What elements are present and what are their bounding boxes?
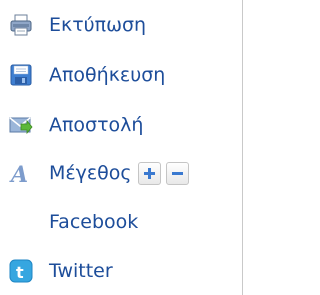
twitter-link[interactable]: t Twitter [9, 256, 113, 286]
decrease-font-button[interactable] [165, 161, 189, 185]
plus-icon [143, 167, 155, 179]
twitter-label: Twitter [49, 260, 113, 282]
font-size-icon: A [9, 161, 33, 188]
minus-icon [171, 171, 183, 175]
print-label: Εκτύπωση [49, 14, 147, 36]
send-link[interactable]: Αποστολή [9, 110, 143, 140]
increase-font-button[interactable] [137, 161, 161, 185]
envelope-send-icon [9, 113, 33, 137]
svg-text:t: t [16, 263, 24, 282]
print-link[interactable]: Εκτύπωση [9, 10, 146, 40]
save-label: Αποθήκευση [49, 64, 166, 86]
send-label: Αποστολή [49, 114, 144, 136]
font-size-control: A Μέγεθος [9, 158, 189, 188]
twitter-icon: t [9, 259, 33, 283]
printer-icon [9, 13, 33, 37]
floppy-disk-icon [9, 63, 33, 87]
facebook-link[interactable]: Facebook [9, 207, 138, 237]
font-size-label: Μέγεθος [49, 162, 132, 184]
panel-border [242, 0, 243, 295]
save-link[interactable]: Αποθήκευση [9, 60, 165, 90]
svg-text:A: A [9, 162, 28, 185]
facebook-label: Facebook [49, 211, 139, 233]
